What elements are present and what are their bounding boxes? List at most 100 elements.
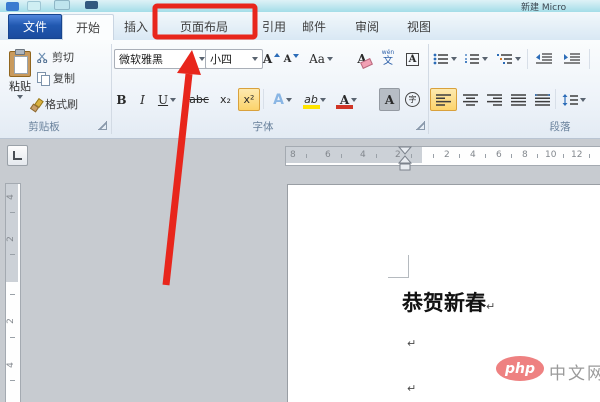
tab-review[interactable]: 审阅 xyxy=(344,14,390,38)
window-title: 新建 Micro xyxy=(521,0,566,12)
heading-text: 恭贺新春 xyxy=(402,291,486,315)
line-spacing-button[interactable] xyxy=(558,88,590,111)
scissors-icon xyxy=(37,52,48,63)
clipboard-dialog-launcher[interactable] xyxy=(98,121,107,130)
bullets-caret xyxy=(451,57,457,61)
italic-button[interactable]: I xyxy=(134,88,151,111)
paragraph-mark-icon: ↵ xyxy=(486,300,495,313)
highlight-button[interactable]: ab xyxy=(300,88,330,111)
enclose-char-button[interactable]: 字 xyxy=(402,88,423,111)
subscript-button[interactable]: x₂ xyxy=(215,88,236,111)
align-center-button[interactable] xyxy=(458,88,482,111)
strikethrough-glyph: abc xyxy=(189,93,209,106)
tab-page-layout[interactable]: 页面布局 xyxy=(168,14,240,38)
superscript-glyph: x² xyxy=(244,93,255,106)
ruler-ticks xyxy=(433,154,593,158)
change-case-glyph: Aa xyxy=(309,52,325,66)
clear-format-button[interactable]: A xyxy=(350,48,374,70)
tab-references[interactable]: 引用 xyxy=(250,14,298,38)
titlebar: 新建 Micro xyxy=(0,0,600,12)
numbering-button[interactable] xyxy=(461,48,491,70)
distribute-button[interactable] xyxy=(530,88,554,111)
button-divider xyxy=(263,89,264,109)
font-size-combo[interactable]: 小四 xyxy=(205,49,263,69)
paragraph-mark-icon: ↵ xyxy=(407,382,416,395)
char-shading-button[interactable]: A xyxy=(379,88,400,111)
change-case-caret xyxy=(327,57,333,61)
text-effects-button[interactable]: A xyxy=(268,88,297,111)
ruler-ticks xyxy=(10,212,15,276)
font-color-button[interactable]: A xyxy=(333,88,364,111)
highlight-color-bar xyxy=(303,105,320,109)
font-name-value: 微软雅黑 xyxy=(119,51,163,67)
tab-file[interactable]: 文件 xyxy=(8,14,62,39)
ruler-number: 4 xyxy=(6,194,16,200)
font-name-combo[interactable]: 微软雅黑 xyxy=(114,49,210,69)
bold-button[interactable]: B xyxy=(112,88,131,111)
tab-selector-button[interactable] xyxy=(7,145,28,166)
ruler-number: 8 xyxy=(290,150,296,160)
font-color-caret xyxy=(351,98,357,102)
format-painter-label: 格式刷 xyxy=(45,96,78,112)
copy-label: 复制 xyxy=(53,70,75,86)
watermark-php-badge: php xyxy=(496,356,544,381)
left-indent-marker[interactable] xyxy=(400,164,410,170)
button-divider xyxy=(589,49,590,69)
paragraph-group-label: 段落 xyxy=(532,119,588,134)
horizontal-ruler[interactable]: 8 6 4 2 2 4 6 8 10 12 xyxy=(285,146,600,166)
font-color-bar xyxy=(336,105,353,109)
decrease-indent-button[interactable] xyxy=(531,48,557,70)
align-left-button[interactable] xyxy=(430,88,457,111)
increase-indent-button[interactable] xyxy=(559,48,585,70)
enclose-char-glyph: 字 xyxy=(405,92,420,107)
save-icon[interactable] xyxy=(54,0,70,10)
char-border-glyph: A xyxy=(406,53,420,66)
paste-dropdown-caret xyxy=(17,95,23,99)
font-size-caret xyxy=(252,57,258,61)
font-group-label: 字体 xyxy=(238,119,288,134)
underline-button[interactable]: U xyxy=(153,88,181,111)
strikethrough-button[interactable]: abc xyxy=(185,88,213,111)
multilevel-list-button[interactable] xyxy=(493,48,525,70)
document-page[interactable]: 恭贺新春↵ ↵ ↵ php 中文网 xyxy=(287,184,600,402)
clipboard-group-label: 剪贴板 xyxy=(14,119,74,134)
tab-insert[interactable]: 插入 xyxy=(114,14,158,38)
paste-label: 粘贴 xyxy=(9,78,31,94)
numbering-icon xyxy=(464,53,480,65)
first-line-indent-marker[interactable] xyxy=(399,147,411,154)
align-left-icon xyxy=(436,94,451,106)
vertical-ruler[interactable]: 4 2 2 4 xyxy=(5,183,21,402)
tab-view[interactable]: 视图 xyxy=(396,14,442,38)
align-right-button[interactable] xyxy=(482,88,506,111)
phonetic-guide-button[interactable]: wén 文 xyxy=(376,46,400,71)
tab-home[interactable]: 开始 xyxy=(62,14,114,41)
line-spacing-caret xyxy=(580,98,586,102)
group-divider xyxy=(428,44,429,134)
italic-glyph: I xyxy=(140,93,145,107)
shrink-font-button[interactable]: A xyxy=(282,49,301,70)
bullets-button[interactable] xyxy=(430,48,460,70)
decrease-indent-icon xyxy=(535,53,553,65)
justify-button[interactable] xyxy=(506,88,530,111)
font-dialog-launcher[interactable] xyxy=(416,121,425,130)
grow-font-button[interactable]: A xyxy=(261,48,282,70)
tab-mailings[interactable]: 邮件 xyxy=(292,14,336,38)
cut-button[interactable]: 剪切 xyxy=(37,49,74,65)
hanging-indent-marker[interactable] xyxy=(399,156,411,163)
superscript-button[interactable]: x² xyxy=(238,88,260,111)
font-size-value: 小四 xyxy=(210,51,232,67)
qat-icon[interactable] xyxy=(27,1,41,11)
button-divider xyxy=(555,89,556,109)
text-effects-glyph: A xyxy=(273,92,284,108)
char-shading-glyph: A xyxy=(385,93,394,107)
button-divider xyxy=(527,49,528,69)
change-case-button[interactable]: Aa xyxy=(304,48,338,70)
grow-font-arrow-icon xyxy=(274,53,280,57)
word-logo-icon[interactable] xyxy=(6,2,19,11)
undo-icon[interactable] xyxy=(85,1,98,9)
copy-button[interactable]: 复制 xyxy=(37,70,75,86)
char-border-button[interactable]: A xyxy=(402,48,423,70)
paragraph-mark-icon: ↵ xyxy=(407,337,416,350)
indent-markers[interactable] xyxy=(398,146,412,172)
format-painter-button[interactable]: 格式刷 xyxy=(30,96,78,112)
